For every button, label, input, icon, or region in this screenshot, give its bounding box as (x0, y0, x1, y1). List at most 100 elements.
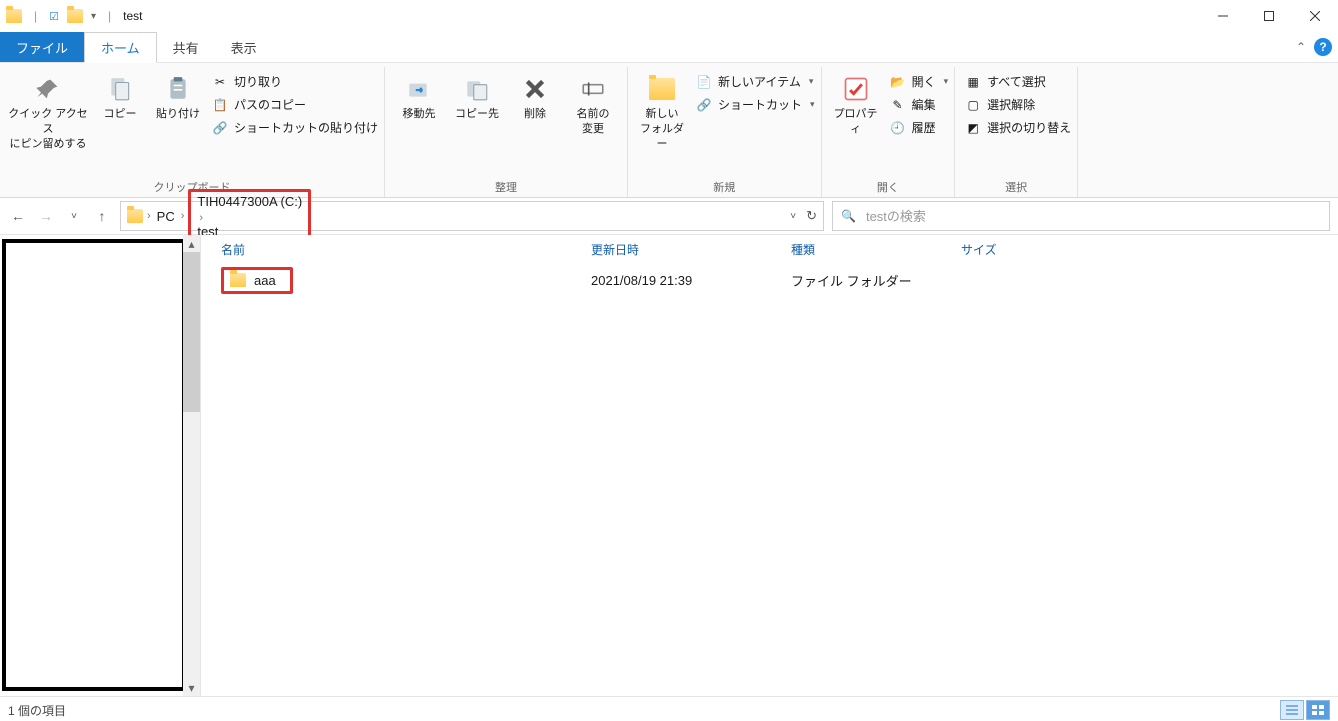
scroll-thumb[interactable] (183, 252, 200, 412)
navigation-bar: ← → ˅ ↑ › PC › TIH0447300A (C:) › test ˅… (0, 198, 1338, 235)
col-name[interactable]: 名前 (201, 241, 591, 258)
column-headers: 名前 更新日時 種類 サイズ (201, 235, 1338, 263)
history-icon: 🕘 (890, 120, 906, 136)
select-all-button[interactable]: ▦すべて選択 (965, 73, 1071, 90)
copy-to-button[interactable]: コピー先 (449, 71, 505, 124)
scroll-up-icon[interactable]: ▴ (183, 235, 200, 252)
copy-path-icon: 📋 (212, 97, 228, 113)
group-label-organize: 整理 (495, 175, 517, 197)
qat-dropdown-icon[interactable]: ▾ (91, 11, 96, 22)
close-button[interactable] (1292, 0, 1338, 32)
recent-dropdown[interactable]: ˅ (64, 211, 84, 222)
address-bar[interactable]: › PC › TIH0447300A (C:) › test ˅ ↻ (120, 201, 824, 231)
new-folder-label: 新しい フォルダー (636, 107, 688, 152)
col-size[interactable]: サイズ (961, 241, 1338, 258)
group-open: プロパティ 📂開く▾ ✎編集 🕘履歴 開く (822, 67, 956, 197)
refresh-icon[interactable]: ↻ (806, 208, 817, 224)
nav-scrollbar[interactable]: ▴ ▾ (183, 235, 200, 696)
back-button[interactable]: ← (8, 208, 28, 224)
details-view-button[interactable] (1280, 700, 1304, 720)
copy-icon (104, 73, 136, 105)
open-label: 開く (912, 73, 936, 90)
tab-home[interactable]: ホーム (84, 32, 157, 63)
col-date[interactable]: 更新日時 (591, 241, 791, 258)
status-bar: 1 個の項目 (0, 696, 1338, 721)
tab-share[interactable]: 共有 (157, 32, 215, 62)
select-all-icon: ▦ (965, 74, 981, 90)
qat-folder-icon (67, 9, 83, 23)
folder-icon (230, 273, 246, 287)
shortcut-button[interactable]: 🔗ショートカット▾ (696, 96, 815, 113)
up-button[interactable]: ↑ (92, 208, 112, 224)
minimize-button[interactable] (1200, 0, 1246, 32)
edit-button[interactable]: ✎編集 (890, 96, 949, 113)
ribbon-tabs: ファイル ホーム 共有 表示 ⌃ ? (0, 32, 1338, 63)
copy-button[interactable]: コピー (92, 71, 148, 124)
copy-path-button[interactable]: 📋 パスのコピー (212, 96, 378, 113)
shortcut-label: ショートカット (718, 96, 802, 113)
body-area: ▴ ▾ 名前 更新日時 種類 サイズ aaa 2021/08/19 21:39 … (0, 235, 1338, 696)
item-type: ファイル フォルダー (791, 271, 961, 290)
scroll-down-icon[interactable]: ▾ (183, 679, 200, 696)
invert-selection-button[interactable]: ◩選択の切り替え (965, 119, 1071, 136)
forward-button[interactable]: → (36, 208, 56, 224)
breadcrumb-drive[interactable]: TIH0447300A (C:) (195, 194, 304, 209)
status-count: 1 個の項目 (8, 702, 66, 719)
breadcrumb-pc[interactable]: PC (155, 209, 177, 224)
window-controls (1200, 0, 1338, 32)
quick-access-toolbar: | ☑ ▾ | test (0, 9, 143, 23)
address-dropdown-icon[interactable]: ˅ (790, 211, 796, 222)
help-icon[interactable]: ? (1314, 38, 1332, 56)
history-button[interactable]: 🕘 履歴 (890, 119, 949, 136)
open-button[interactable]: 📂開く▾ (890, 73, 949, 90)
item-name: aaa (254, 273, 276, 288)
navigation-pane[interactable]: ▴ ▾ (0, 235, 201, 696)
new-item-icon: 📄 (696, 74, 712, 90)
pin-quickaccess-button[interactable]: クイック アクセス にピン留めする (6, 71, 90, 154)
ribbon: クイック アクセス にピン留めする コピー 貼り付け ✂切り取り 📋 パスのコピー… (0, 63, 1338, 198)
paste-shortcut-label: ショートカットの貼り付け (234, 119, 378, 136)
select-none-button[interactable]: ▢選択解除 (965, 96, 1071, 113)
tab-file[interactable]: ファイル (0, 32, 84, 62)
chevron-right-icon[interactable]: › (199, 212, 203, 224)
copy-to-icon (461, 73, 493, 105)
properties-button[interactable]: プロパティ (828, 71, 884, 139)
ribbon-right: ⌃ ? (1296, 32, 1338, 62)
maximize-button[interactable] (1246, 0, 1292, 32)
file-list: 名前 更新日時 種類 サイズ aaa 2021/08/19 21:39 ファイル… (201, 235, 1338, 696)
history-label: 履歴 (912, 119, 936, 136)
tab-view[interactable]: 表示 (215, 32, 273, 62)
qat-checkbox-icon[interactable]: ☑ (49, 10, 59, 23)
properties-label: プロパティ (830, 107, 882, 137)
thumbnails-view-button[interactable] (1306, 700, 1330, 720)
copy-path-label: パスのコピー (234, 96, 306, 113)
collapse-ribbon-icon[interactable]: ⌃ (1296, 40, 1306, 54)
move-to-button[interactable]: 移動先 (391, 71, 447, 124)
list-item[interactable]: aaa 2021/08/19 21:39 ファイル フォルダー (201, 263, 1338, 297)
app-folder-icon (6, 9, 22, 23)
new-item-button[interactable]: 📄新しいアイテム▾ (696, 73, 815, 90)
delete-label: 削除 (524, 107, 546, 122)
open-icon: 📂 (890, 74, 906, 90)
breadcrumb-pc-label: PC (157, 209, 175, 224)
new-folder-button[interactable]: 新しい フォルダー (634, 71, 690, 154)
chevron-right-icon[interactable]: › (147, 210, 151, 222)
col-type[interactable]: 種類 (791, 241, 961, 258)
delete-button[interactable]: 削除 (507, 71, 563, 124)
new-folder-icon (646, 73, 678, 105)
group-clipboard: クイック アクセス にピン留めする コピー 貼り付け ✂切り取り 📋 パスのコピー… (0, 67, 385, 197)
chevron-right-icon[interactable]: › (181, 210, 185, 222)
move-to-label: 移動先 (403, 107, 436, 122)
search-box[interactable]: 🔍 (832, 201, 1330, 231)
group-new: 新しい フォルダー 📄新しいアイテム▾ 🔗ショートカット▾ 新規 (628, 67, 822, 197)
paste-shortcut-button[interactable]: 🔗ショートカットの貼り付け (212, 119, 378, 136)
cut-button[interactable]: ✂切り取り (212, 73, 378, 90)
search-input[interactable] (864, 208, 1321, 225)
invert-label: 選択の切り替え (987, 119, 1071, 136)
paste-button[interactable]: 貼り付け (150, 71, 206, 124)
copy-to-label: コピー先 (455, 107, 499, 122)
shortcut-icon: 🔗 (696, 97, 712, 113)
rename-button[interactable]: 名前の 変更 (565, 71, 621, 139)
title-bar: | ☑ ▾ | test (0, 0, 1338, 32)
redacted-nav-tree (2, 239, 186, 691)
